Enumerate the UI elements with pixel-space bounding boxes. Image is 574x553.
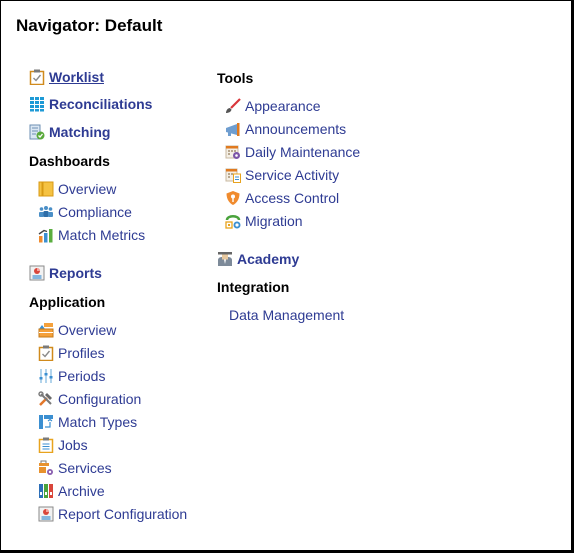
migration-icon <box>225 213 241 229</box>
dashboards-compliance-link[interactable]: Compliance <box>58 204 132 220</box>
graduate-icon <box>217 251 233 267</box>
application-item-match-types[interactable]: Match Types <box>38 414 137 430</box>
shield-key-icon <box>225 190 241 206</box>
application-periods-link[interactable]: Periods <box>58 368 105 384</box>
dashboards-heading: Dashboards <box>29 153 110 169</box>
dashboards-item-compliance[interactable]: Compliance <box>38 204 132 220</box>
integration-data-management-link[interactable]: Data Management <box>229 307 344 323</box>
navigator-panel: Navigator: Default Worklist Reconciliati… <box>0 0 574 553</box>
report-icon <box>29 265 45 281</box>
application-item-periods[interactable]: Periods <box>38 368 105 384</box>
dashboards-match-metrics-link[interactable]: Match Metrics <box>58 227 145 243</box>
paintbrush-icon <box>225 98 241 114</box>
dashboards-item-overview[interactable]: Overview <box>38 181 116 197</box>
application-item-configuration[interactable]: Configuration <box>38 391 141 407</box>
binders-icon <box>38 483 54 499</box>
application-item-archive[interactable]: Archive <box>38 483 105 499</box>
report-icon <box>38 506 54 522</box>
worklist-link[interactable]: Worklist <box>49 69 104 85</box>
tools-appearance-link[interactable]: Appearance <box>245 98 321 114</box>
tools-migration-link[interactable]: Migration <box>245 213 303 229</box>
tools-item-appearance[interactable]: Appearance <box>225 98 321 114</box>
clipboard-list-icon <box>38 437 54 453</box>
academy-link[interactable]: Academy <box>237 251 299 267</box>
integration-item-data-management[interactable]: Data Management <box>229 307 344 323</box>
nav-reconciliations[interactable]: Reconciliations <box>29 96 152 112</box>
application-archive-link[interactable]: Archive <box>58 483 105 499</box>
bar-chart-trend-icon <box>38 227 54 243</box>
tools-icon <box>38 391 54 407</box>
sliders-icon <box>38 368 54 384</box>
application-match-types-link[interactable]: Match Types <box>58 414 137 430</box>
tools-access-control-link[interactable]: Access Control <box>245 190 339 206</box>
tools-item-service-activity[interactable]: Service Activity <box>225 167 339 183</box>
people-group-icon <box>38 204 54 220</box>
application-services-link[interactable]: Services <box>58 460 112 476</box>
application-overview-icon <box>38 322 54 338</box>
nav-reports[interactable]: Reports <box>29 265 102 281</box>
application-configuration-link[interactable]: Configuration <box>58 391 141 407</box>
dashboard-panel-icon <box>38 181 54 197</box>
tools-daily-maintenance-link[interactable]: Daily Maintenance <box>245 144 360 160</box>
application-item-report-configuration[interactable]: Report Configuration <box>38 506 187 522</box>
tools-item-announcements[interactable]: Announcements <box>225 121 346 137</box>
application-overview-link[interactable]: Overview <box>58 322 116 338</box>
megaphone-icon <box>225 121 241 137</box>
tools-announcements-link[interactable]: Announcements <box>245 121 346 137</box>
clipboard-check-icon <box>38 345 54 361</box>
tools-service-activity-link[interactable]: Service Activity <box>245 167 339 183</box>
tools-item-access-control[interactable]: Access Control <box>225 190 339 206</box>
calendar-clipboard-icon <box>225 167 241 183</box>
services-gear-icon <box>38 460 54 476</box>
integration-heading: Integration <box>217 279 290 295</box>
grid-icon <box>29 96 45 112</box>
nav-matching[interactable]: Matching <box>29 124 110 140</box>
reconciliations-link[interactable]: Reconciliations <box>49 96 152 112</box>
reports-link[interactable]: Reports <box>49 265 102 281</box>
nav-academy[interactable]: Academy <box>217 251 299 267</box>
dashboards-item-match-metrics[interactable]: Match Metrics <box>38 227 145 243</box>
application-heading: Application <box>29 294 106 310</box>
application-item-overview[interactable]: Overview <box>38 322 116 338</box>
matching-link[interactable]: Matching <box>49 124 110 140</box>
application-profiles-link[interactable]: Profiles <box>58 345 105 361</box>
clipboard-check-icon <box>29 69 45 85</box>
application-item-jobs[interactable]: Jobs <box>38 437 88 453</box>
document-check-icon <box>29 124 45 140</box>
page-title: Navigator: Default <box>16 16 163 35</box>
match-types-icon <box>38 414 54 430</box>
application-item-profiles[interactable]: Profiles <box>38 345 105 361</box>
calendar-gear-icon <box>225 144 241 160</box>
tools-item-migration[interactable]: Migration <box>225 213 303 229</box>
tools-item-daily-maintenance[interactable]: Daily Maintenance <box>225 144 360 160</box>
application-jobs-link[interactable]: Jobs <box>58 437 88 453</box>
application-report-configuration-link[interactable]: Report Configuration <box>58 506 187 522</box>
dashboards-overview-link[interactable]: Overview <box>58 181 116 197</box>
nav-worklist[interactable]: Worklist <box>29 69 104 85</box>
application-item-services[interactable]: Services <box>38 460 112 476</box>
tools-heading: Tools <box>217 70 254 86</box>
